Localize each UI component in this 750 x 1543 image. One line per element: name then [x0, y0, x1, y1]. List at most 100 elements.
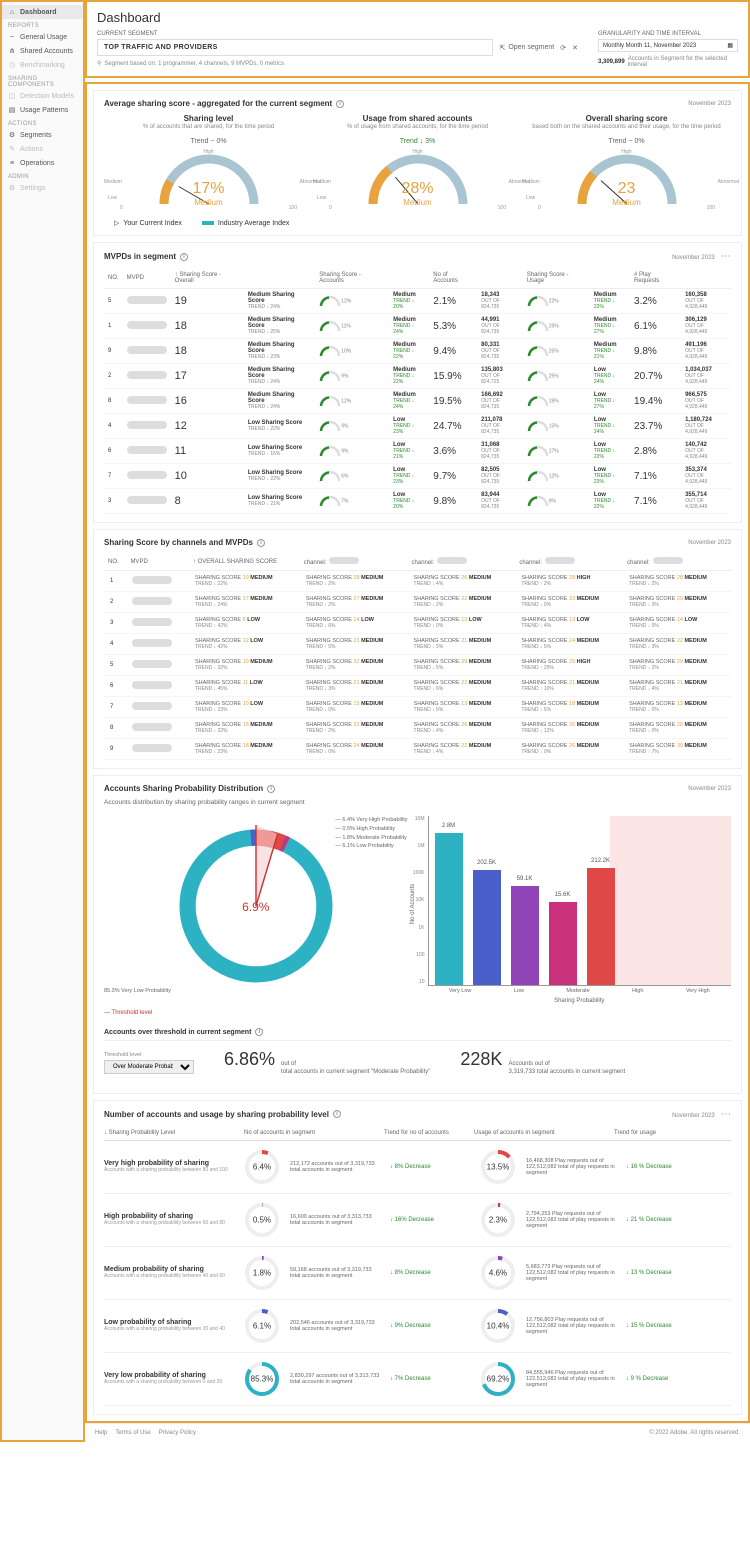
channel-th[interactable]: channel: — [623, 553, 731, 571]
channel-cell: SHARING SCORE 22 MEDIUM TREND ↓ 6% — [408, 676, 516, 697]
footer-link-privacy-policy[interactable]: Privacy Policy — [159, 1430, 196, 1436]
gauge-trend: Trend ↓ 3% — [323, 138, 512, 145]
gauge-0: Sharing level % of accounts that are sha… — [104, 114, 313, 209]
channel-cell: SHARING SCORE 17 MEDIUM TREND ↓ 24% — [189, 592, 300, 613]
sidebar-item-label: Actions — [20, 146, 43, 153]
threshold-select[interactable]: Over Moderate Probability — [104, 1060, 194, 1074]
prob-donut: 10.4% — [480, 1308, 516, 1344]
probability-panel: Number of accounts and usage by sharing … — [93, 1100, 742, 1415]
info-icon[interactable]: i — [336, 100, 344, 108]
prob-th[interactable]: ↓ Sharing Probability Level — [104, 1130, 234, 1136]
gauge-value: 23Medium — [612, 180, 640, 207]
threshold-pct1: 6.86% — [224, 1049, 275, 1070]
channel-cell: SHARING SCORE 11 LOW TREND ↓ 45% — [189, 676, 300, 697]
open-segment-link[interactable]: ⇱ Open segment — [499, 44, 554, 52]
gauge-subtitle: % of usage from shared accounts, for the… — [323, 124, 512, 130]
sidebar-item-usage-patterns[interactable]: ▤Usage Patterns — [2, 103, 83, 117]
gauge-value: 28%Medium — [401, 180, 433, 207]
channel-cell: SHARING SCORE 24 MEDIUM TREND ↓ 0% — [300, 739, 408, 760]
table-row: 7 10 Low Sharing ScoreTREND ↓ 22% 6% Low… — [104, 464, 731, 489]
sidebar-item-label: Operations — [20, 160, 54, 167]
segment-meta-icon: ⚲ — [97, 60, 101, 67]
channel-cell: SHARING SCORE 29 MEDIUM TREND ↓ 5% — [408, 655, 516, 676]
mvpd-th[interactable] — [681, 268, 731, 289]
mvpd-name-placeholder — [127, 371, 167, 379]
sidebar-item-shared-accounts[interactable]: ⋔Shared Accounts — [2, 44, 83, 58]
table-row: 1 18 Medium Sharing ScoreTREND ↓ 25% 11%… — [104, 314, 731, 339]
segment-meta-text: Segment based on: 1 programmer, 4 channe… — [104, 61, 284, 67]
gauge-1: Usage from shared accounts % of usage fr… — [313, 114, 522, 209]
segment-input[interactable]: TOP TRAFFIC AND PROVIDERS — [97, 39, 493, 56]
sidebar-item-label: Benchmarking — [20, 62, 65, 69]
sidebar-item-general-usage[interactable]: ~General Usage — [2, 30, 83, 44]
channel-th[interactable]: NO. — [104, 553, 126, 571]
mvpd-name-placeholder — [132, 723, 172, 731]
sidebar-item-icon: ⚙ — [8, 184, 16, 192]
mvpd-th[interactable] — [244, 268, 315, 289]
probability-row: Medium probability of sharingAccounts wi… — [104, 1247, 731, 1300]
footer-link-terms-of-use[interactable]: Terms of Use — [115, 1430, 150, 1436]
mvpd-th[interactable] — [389, 268, 429, 289]
info-icon[interactable]: i — [267, 785, 275, 793]
mvpd-th[interactable]: Sharing Score - Accounts — [315, 268, 389, 289]
mvpd-th[interactable]: NO. — [104, 268, 123, 289]
sidebar-item-operations[interactable]: ≡Operations — [2, 156, 83, 170]
mvpd-th[interactable]: No of Accounts — [429, 268, 477, 289]
table-row: 8 16 Medium Sharing ScoreTREND ↓ 24% 12%… — [104, 389, 731, 414]
mini-gauge-icon — [319, 320, 341, 332]
gauge-trend: Trend − 0% — [532, 138, 721, 145]
prob-th[interactable]: Usage of accounts in segment — [474, 1130, 604, 1136]
channel-cell: SHARING SCORE 14 LOW TREND ↓ 0% — [623, 613, 731, 634]
mvpd-th[interactable] — [477, 268, 523, 289]
segment-label: CURRENT SEGMENT — [97, 31, 578, 37]
prob-donut: 13.5% — [480, 1149, 516, 1185]
mini-gauge-icon — [319, 445, 341, 457]
channel-th[interactable]: MVPD — [126, 553, 189, 571]
channel-cell: SHARING SCORE 26 MEDIUM TREND ↓ 12% — [515, 718, 623, 739]
sidebar-item-icon: ⌂ — [8, 8, 16, 16]
prob-th[interactable]: No of accounts in segment — [244, 1130, 374, 1136]
sidebar-item-segments[interactable]: ⚙Segments — [2, 128, 83, 142]
mvpd-table: NO.MVPD↑ Sharing Score - Overall Sharing … — [104, 268, 731, 514]
channel-cell: SHARING SCORE 28 HIGH TREND ↑ 2% — [515, 571, 623, 592]
more-menu-icon[interactable]: ⋯ — [721, 1109, 731, 1120]
more-menu-icon[interactable]: ⋯ — [721, 251, 731, 262]
granularity-selector[interactable]: Monthly Month 11, November 2023 ▦ — [598, 39, 738, 52]
channel-cell: SHARING SCORE 19 MEDIUM TREND ↓ 22% — [189, 571, 300, 592]
info-icon[interactable]: i — [257, 539, 265, 547]
info-icon[interactable]: i — [180, 253, 188, 261]
prob-donut: 6.4% — [244, 1149, 280, 1185]
info-icon[interactable]: i — [333, 1110, 341, 1118]
sidebar-item-dashboard[interactable]: ⌂Dashboard — [2, 5, 83, 19]
mvpd-th[interactable]: Sharing Score - Usage — [523, 268, 590, 289]
mvpd-name-placeholder — [127, 471, 167, 479]
prob-th[interactable]: Trend for usage — [614, 1130, 694, 1136]
footer-link-help[interactable]: Help — [95, 1430, 107, 1436]
channel-th[interactable]: channel: — [408, 553, 516, 571]
mvpd-th[interactable]: MVPD — [123, 268, 171, 289]
mvpd-name-placeholder — [132, 660, 172, 668]
mvpd-name-placeholder — [132, 618, 172, 626]
channel-cell: SHARING SCORE 22 MEDIUM TREND ↓ 3% — [623, 634, 731, 655]
donut-label: — 1.8% Moderate Probability — [335, 834, 407, 843]
mvpd-th[interactable]: # Play Requests — [630, 268, 681, 289]
mvpd-name-placeholder — [127, 446, 167, 454]
gauge-value: 17%Medium — [192, 180, 224, 207]
channel-th[interactable]: ↑ OVERALL SHARING SCORE — [189, 553, 300, 571]
sidebar-item-settings[interactable]: ⚙Settings — [2, 181, 83, 195]
sidebar-item-detection-models[interactable]: ◫Detection Models — [2, 89, 83, 103]
refresh-icon[interactable]: ⟳ — [560, 44, 566, 52]
prob-donut: 2.3% — [480, 1202, 516, 1238]
mvpd-th[interactable] — [590, 268, 630, 289]
channel-th[interactable]: channel: — [300, 553, 408, 571]
channel-th[interactable]: channel: — [515, 553, 623, 571]
channel-cell: SHARING SCORE 22 MEDIUM TREND ↑ 2% — [300, 718, 408, 739]
channel-cell: SHARING SCORE 29 MEDIUM TREND ↓ 2% — [623, 655, 731, 676]
clear-icon[interactable]: ✕ — [572, 44, 578, 52]
sidebar-item-benchmarking[interactable]: ◷Benchmarking — [2, 58, 83, 72]
mvpd-th[interactable]: ↑ Sharing Score - Overall — [171, 268, 244, 289]
info-icon[interactable]: i — [255, 1028, 263, 1036]
sidebar-item-actions[interactable]: ✎Actions — [2, 142, 83, 156]
prob-th[interactable]: Trend for no of accounts — [384, 1130, 464, 1136]
mini-gauge-icon — [319, 295, 341, 307]
